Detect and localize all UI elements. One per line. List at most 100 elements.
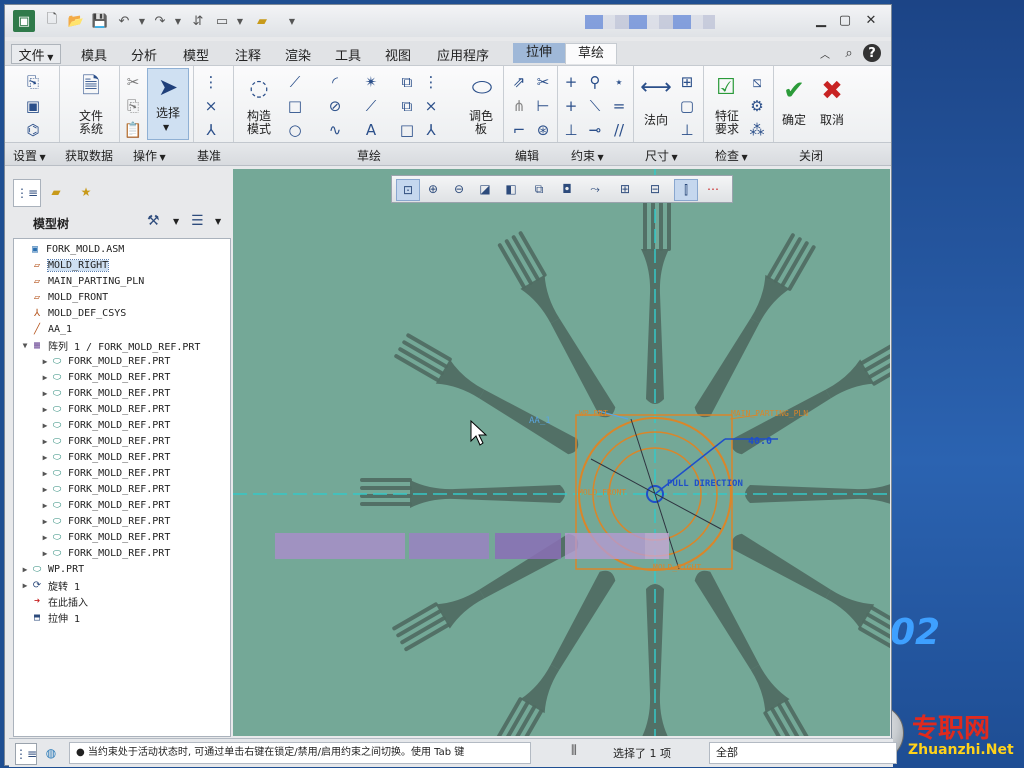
sketch-canvas[interactable]: 40.0 PULL DIRECTION MAIN_PARTING_PLN MOL… bbox=[233, 169, 890, 736]
expand-toggle-icon[interactable]: ▶ bbox=[40, 533, 50, 542]
tab-tools[interactable]: 工具 bbox=[335, 45, 361, 64]
datum-csys-icon[interactable]: ⅄ bbox=[201, 120, 221, 140]
offset-icon[interactable]: ⧉ bbox=[397, 72, 417, 92]
selection-filter-icon[interactable]: ⫴ bbox=[571, 743, 577, 759]
cancel-x-icon[interactable]: ✖ bbox=[817, 76, 847, 106]
reference-dim-icon[interactable]: ▢ bbox=[677, 96, 697, 116]
midpoint-constraint-icon[interactable]: ⟍ bbox=[585, 96, 605, 116]
baseline-icon[interactable]: ⊥ bbox=[677, 120, 697, 140]
tree-item[interactable]: ╱ AA_1 bbox=[14, 321, 234, 337]
customize-qat-icon[interactable]: ▼ bbox=[283, 12, 301, 30]
expand-toggle-icon[interactable]: ▶ bbox=[20, 581, 30, 590]
regenerate-icon[interactable]: ⇵ bbox=[189, 12, 207, 30]
tree-item[interactable]: ⅄ MOLD_DEF_CSYS bbox=[14, 305, 234, 321]
datum-display-icon[interactable]: ⊞ bbox=[614, 179, 636, 199]
minimize-icon[interactable]: ▁ bbox=[811, 11, 831, 29]
tree-item[interactable]: ▶ ⬭ FORK_MOLD_REF.PRT bbox=[14, 369, 254, 385]
project-icon[interactable]: □ bbox=[397, 120, 417, 140]
tree-item[interactable]: ▶ ⬭ FORK_MOLD_REF.PRT bbox=[14, 529, 254, 545]
tree-item[interactable]: ▶ ⬭ FORK_MOLD_REF.PRT bbox=[14, 481, 254, 497]
tree-item[interactable]: ▶ ⬭ FORK_MOLD_REF.PRT bbox=[14, 465, 254, 481]
annotation-display-icon[interactable]: ⊟ bbox=[644, 179, 666, 199]
expand-toggle-icon[interactable]: ▶ bbox=[40, 549, 50, 558]
palette-icon[interactable]: ⬭ bbox=[467, 72, 497, 102]
undo-dropdown-icon[interactable]: ▼ bbox=[133, 12, 151, 30]
construction-mode-button[interactable]: 构造 模式 bbox=[235, 110, 283, 136]
tab-sketch[interactable]: 草绘 bbox=[565, 43, 617, 64]
symmetric-constraint-icon[interactable]: ⋆ bbox=[609, 72, 629, 92]
parallel-constraint-icon[interactable]: // bbox=[609, 120, 629, 140]
group-constrain[interactable]: 约束 ▼ bbox=[571, 147, 604, 164]
navigator-toggle-icon[interactable]: ⋮≡ bbox=[15, 743, 37, 765]
tab-render[interactable]: 渲染 bbox=[285, 45, 311, 64]
tree-item[interactable]: ▶ ⬭ FORK_MOLD_REF.PRT bbox=[14, 513, 254, 529]
selection-filter-dropdown[interactable]: 全部 bbox=[709, 742, 897, 764]
tree-item[interactable]: ▱ MOLD_FRONT bbox=[14, 289, 234, 305]
tree-item[interactable]: ▱ MAIN_PARTING_PLN bbox=[14, 273, 234, 289]
circle-icon[interactable]: ○ bbox=[285, 120, 305, 140]
equal-constraint-icon[interactable]: = bbox=[609, 96, 629, 116]
redo-dropdown-icon[interactable]: ▼ bbox=[169, 12, 187, 30]
select-button[interactable]: ➤ 选择 ▼ bbox=[147, 68, 189, 140]
confirm-check-icon[interactable]: ✔ bbox=[779, 76, 809, 106]
tab-analysis[interactable]: 分析 bbox=[131, 45, 157, 64]
datum-centerline-icon[interactable]: ⋮ bbox=[201, 72, 221, 92]
ellipse-icon[interactable]: ⊘ bbox=[325, 96, 345, 116]
text-icon[interactable]: A bbox=[361, 120, 381, 140]
expand-toggle-icon[interactable]: ▶ bbox=[40, 357, 50, 366]
modify-icon[interactable]: ⇗ bbox=[509, 72, 529, 92]
tree-item[interactable]: ▶ ⬭ FORK_MOLD_REF.PRT bbox=[14, 545, 254, 561]
file-system-button[interactable]: 文件 系统 bbox=[67, 110, 115, 136]
coordinate-system-icon[interactable]: ⅄ bbox=[421, 120, 441, 140]
cut-icon[interactable]: ✂ bbox=[123, 72, 143, 92]
expand-toggle-icon[interactable]: ▶ bbox=[40, 389, 50, 398]
rotate-resize-icon[interactable]: ⊛ bbox=[533, 120, 553, 140]
perimeter-icon[interactable]: ⊞ bbox=[677, 72, 697, 92]
datum-point-icon[interactable]: × bbox=[201, 96, 221, 116]
sketch-setup-icon[interactable]: ⎘ bbox=[23, 72, 43, 92]
feature-requirements-icon[interactable]: ☑ bbox=[711, 72, 741, 102]
corner-icon[interactable]: ⌐ bbox=[509, 120, 529, 140]
highlight-open-ends-icon[interactable]: ⚙ bbox=[747, 96, 767, 116]
construction-mode-icon[interactable]: ◌ bbox=[245, 72, 273, 104]
expand-toggle-icon[interactable]: ▶ bbox=[40, 421, 50, 430]
expand-toggle-icon[interactable]: ▶ bbox=[40, 453, 50, 462]
references-icon[interactable]: ▣ bbox=[23, 96, 43, 116]
expand-toggle-icon[interactable]: ▶ bbox=[40, 437, 50, 446]
rectangle-icon[interactable]: □ bbox=[285, 96, 305, 116]
repaint-icon[interactable]: ◪ bbox=[474, 179, 496, 199]
favorites-tab-icon[interactable]: ★ bbox=[73, 179, 99, 205]
thicken-icon[interactable]: ⧉ bbox=[397, 96, 417, 116]
browser-toggle-icon[interactable]: ◍ bbox=[41, 743, 61, 763]
view-manager-icon[interactable]: ◘ bbox=[556, 179, 578, 199]
group-dimension[interactable]: 尺寸 ▼ bbox=[645, 147, 678, 164]
file-system-icon[interactable]: 🗎 bbox=[77, 72, 105, 104]
tree-show-dropdown-icon[interactable]: ▼ bbox=[215, 217, 221, 226]
redo-icon[interactable]: ↷ bbox=[151, 12, 169, 30]
tree-item[interactable]: ▶ ⬭ FORK_MOLD_REF.PRT bbox=[14, 401, 254, 417]
expand-toggle-icon[interactable]: ▼ bbox=[20, 341, 30, 350]
tree-item[interactable]: ▶ ⬭ FORK_MOLD_REF.PRT bbox=[14, 433, 254, 449]
new-file-icon[interactable]: 🗋 bbox=[43, 12, 61, 30]
fillet-icon[interactable]: ✴ bbox=[361, 72, 381, 92]
delete-segment-icon[interactable]: ✂ bbox=[533, 72, 553, 92]
horizontal-constraint-icon[interactable]: + bbox=[561, 96, 581, 116]
perpendicular-constraint-icon[interactable]: ⊥ bbox=[561, 120, 581, 140]
group-setup[interactable]: 设置 ▼ bbox=[13, 147, 46, 164]
coincident-constraint-icon[interactable]: ⊸ bbox=[585, 120, 605, 140]
maximize-icon[interactable]: ▢ bbox=[835, 11, 855, 29]
tab-model[interactable]: 模型 bbox=[183, 45, 209, 64]
tree-item[interactable]: ▼ ▦ 阵列 1 / FORK_MOLD_REF.PRT bbox=[14, 337, 234, 353]
line-icon[interactable]: ⟋ bbox=[285, 72, 305, 92]
point-icon[interactable]: × bbox=[421, 96, 441, 116]
expand-toggle-icon[interactable]: ▶ bbox=[40, 469, 50, 478]
chamfer-icon[interactable]: ⟋ bbox=[361, 96, 381, 116]
spline-icon[interactable]: ∿ bbox=[325, 120, 345, 140]
expand-toggle-icon[interactable]: ▶ bbox=[40, 517, 50, 526]
display-style-icon[interactable]: ◧ bbox=[500, 179, 522, 199]
tree-item[interactable]: ➜ 在此插入 bbox=[14, 593, 234, 609]
tree-show-icon[interactable]: ☰ bbox=[191, 213, 204, 229]
saved-orientations-icon[interactable]: ⧉ bbox=[528, 179, 550, 199]
model-tree-tab-icon[interactable]: ⋮≡ bbox=[13, 179, 41, 207]
windows-icon[interactable]: ▭ bbox=[213, 12, 231, 30]
